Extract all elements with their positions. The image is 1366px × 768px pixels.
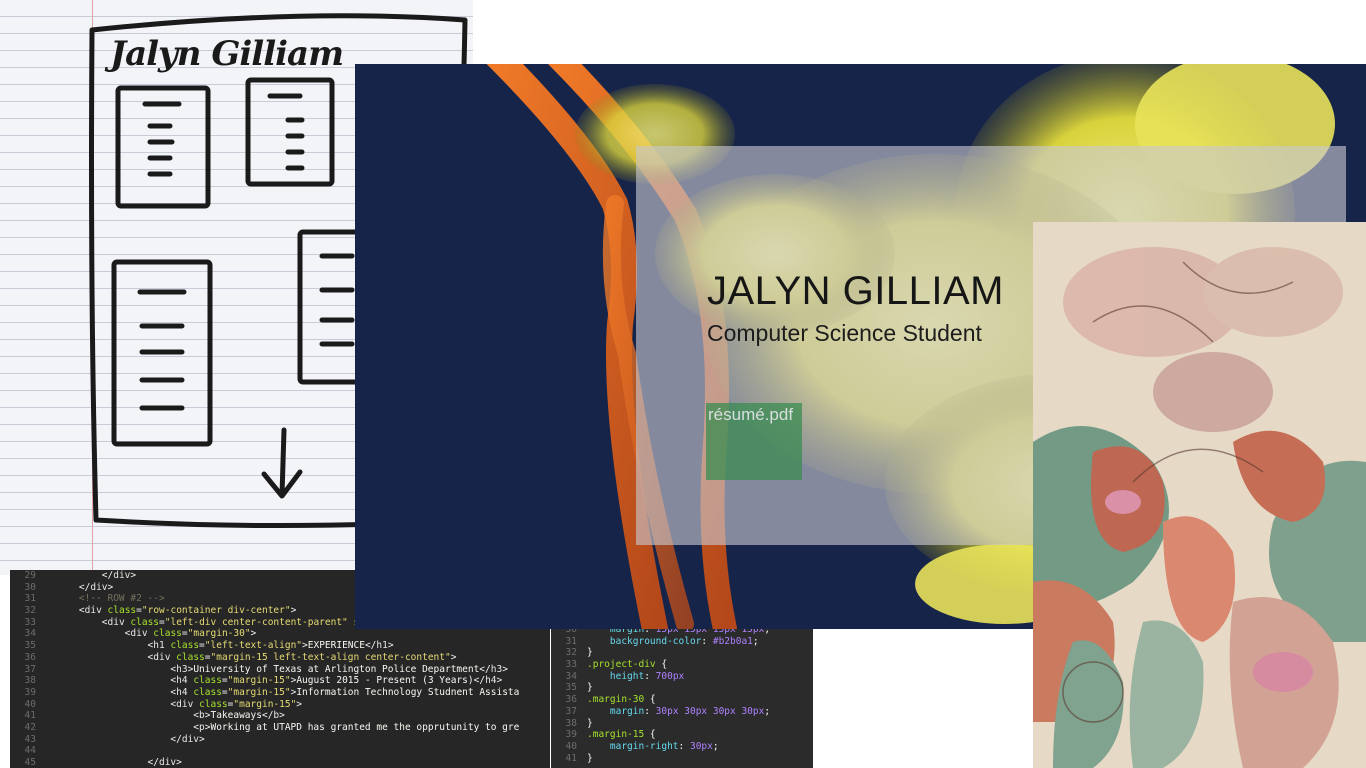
line-number: 39 <box>565 729 577 741</box>
code-text: } <box>587 647 593 659</box>
html-code-line: 36 <div class="margin-15 left-text-align… <box>10 652 550 664</box>
code-text: <div class="row-container div-center"> <box>78 605 297 617</box>
code-text: <h1 class="left-text-align">EXPERIENCE</… <box>147 640 394 652</box>
css-code-line: 34 height: 700px <box>551 671 813 683</box>
css-code-line: 40 margin-right: 30px; <box>551 741 813 753</box>
line-number: 40 <box>24 698 36 710</box>
line-number: 40 <box>565 740 577 752</box>
html-code-line: 43 </div> <box>10 734 550 746</box>
css-code-line: 35} <box>551 682 813 694</box>
html-code-line: 34 <div class="margin-30"> <box>10 628 550 640</box>
line-number: 30 <box>24 581 36 593</box>
code-text: <div class="margin-30"> <box>124 628 257 640</box>
hero-subtitle: Computer Science Student <box>707 320 982 346</box>
line-number: 31 <box>565 635 577 647</box>
css-code-line: 38} <box>551 718 813 730</box>
code-text: } <box>587 682 593 694</box>
code-text: </div> <box>78 581 114 593</box>
html-code-line: 41 <b>Takeaways</b> <box>10 710 550 722</box>
html-code-line: 44 <box>10 745 550 757</box>
code-text: <div class="margin-15 left-text-align ce… <box>147 651 457 663</box>
code-text: <div class="margin-15"> <box>170 698 303 710</box>
css-code-line: 37 margin: 30px 30px 30px 30px; <box>551 706 813 718</box>
resume-button-label: résumé.pdf <box>708 405 794 424</box>
css-code-line: 41} <box>551 753 813 765</box>
sketch-title: Jalyn Gilliam <box>110 34 344 74</box>
resume-download-button[interactable]: résumé.pdf <box>706 403 802 480</box>
code-text: } <box>587 717 593 729</box>
html-code-line: 42 <p>Working at UTAPD has granted me th… <box>10 722 550 734</box>
line-number: 43 <box>24 733 36 745</box>
css-code-line: 33 .project-div { <box>551 659 813 671</box>
code-text: </div> <box>170 733 205 745</box>
line-number: 38 <box>565 717 577 729</box>
html-code-line: 39 <h4 class="margin-15">Information Tec… <box>10 687 550 699</box>
code-text: </div> <box>147 757 182 768</box>
abstract-painting-image <box>1033 222 1366 768</box>
css-code-line: 31 background-color: #b2b0a1; <box>551 636 813 648</box>
line-number: 34 <box>24 628 36 640</box>
hero-name: JALYN GILLIAM <box>707 269 1004 313</box>
code-text: <!-- ROW #2 --> <box>56 593 165 605</box>
line-number: 29 <box>24 570 36 581</box>
line-number: 31 <box>24 593 36 605</box>
line-number: 37 <box>24 663 36 675</box>
line-number: 45 <box>24 757 36 768</box>
line-number: 44 <box>24 745 36 757</box>
css-code-line: 36 .margin-30 { <box>551 694 813 706</box>
html-code-line: 40 <div class="margin-15"> <box>10 699 550 711</box>
line-number: 32 <box>24 605 36 617</box>
line-number: 34 <box>565 670 577 682</box>
html-code-line: 37 <h3>University of Texas at Arlington … <box>10 664 550 676</box>
line-number: 36 <box>565 694 577 706</box>
code-text: <h4 class="margin-15">Information Techno… <box>170 686 520 698</box>
line-number: 32 <box>565 647 577 659</box>
code-text: <h4 class="margin-15">August 2015 - Pres… <box>170 675 503 687</box>
code-text: .margin-15 { <box>587 729 656 741</box>
code-text: } <box>587 752 593 764</box>
code-text: background-color: #b2b0a1; <box>609 635 759 647</box>
html-code-line: 35 <h1 class="left-text-align">EXPERIENC… <box>10 640 550 652</box>
code-text: .margin-30 { <box>587 694 656 706</box>
code-text: </div> <box>101 570 137 581</box>
line-number: 35 <box>24 640 36 652</box>
html-code-line: 45 </div> <box>10 757 550 768</box>
code-text: <div class="left-div center-content-pare… <box>101 616 377 628</box>
painting-artwork <box>1033 222 1366 768</box>
line-number: 36 <box>24 651 36 663</box>
line-number: 41 <box>565 752 577 764</box>
code-text: <b>Takeaways</b> <box>193 710 285 722</box>
code-text: .project-div { <box>587 659 668 671</box>
css-code-editor: 30 margin: 15px 15px 15px 15px; 31 backgr… <box>551 624 813 768</box>
code-text: margin-right: 30px; <box>609 740 719 752</box>
html-code-line: 38 <h4 class="margin-15">August 2015 - P… <box>10 675 550 687</box>
line-number: 37 <box>565 705 577 717</box>
line-number: 33 <box>565 659 577 671</box>
line-number: 42 <box>24 721 36 733</box>
line-number: 33 <box>24 616 36 628</box>
code-text: <h3>University of Texas at Arlington Pol… <box>170 663 508 675</box>
code-text: height: 700px <box>609 670 685 682</box>
line-number: 41 <box>24 710 36 722</box>
line-number: 38 <box>24 675 36 687</box>
css-code-line: 32} <box>551 647 813 659</box>
css-code-line: 39 .margin-15 { <box>551 729 813 741</box>
code-text: margin: 30px 30px 30px 30px; <box>609 705 771 717</box>
line-number: 35 <box>565 682 577 694</box>
line-number: 39 <box>24 686 36 698</box>
code-text: <p>Working at UTAPD has granted me the o… <box>193 721 520 733</box>
